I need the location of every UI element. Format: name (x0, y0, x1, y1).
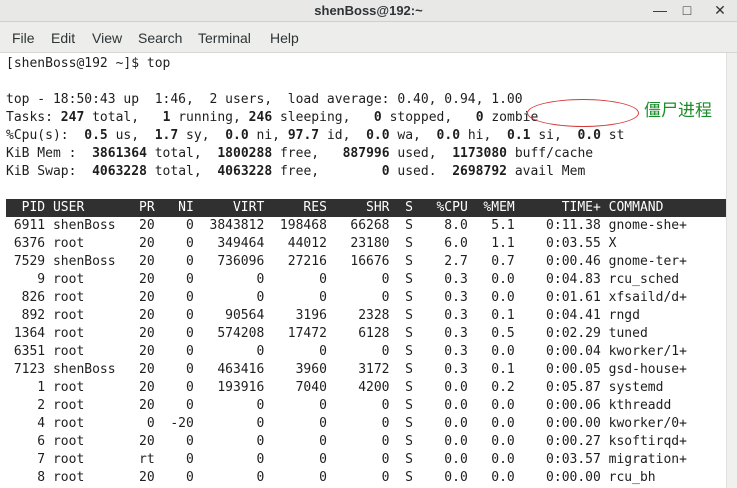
menu-file[interactable]: File (12, 30, 35, 46)
prompt-line: [shenBoss@192 ~]$ top (6, 56, 171, 71)
menu-edit[interactable]: Edit (51, 30, 75, 46)
process-row: 4 root 0 -20 0 0 0 S 0.0 0.0 0:00.00 kwo… (6, 416, 695, 431)
process-row: 7529 shenBoss 20 0 736096 27216 16676 S … (6, 254, 695, 269)
maximize-button[interactable]: □ (677, 1, 697, 19)
process-row: 7123 shenBoss 20 0 463416 3960 3172 S 0.… (6, 362, 695, 377)
process-row: 8 root 20 0 0 0 0 S 0.0 0.0 0:00.00 rcu_… (6, 470, 695, 485)
process-row: 1 root 20 0 193916 7040 4200 S 0.0 0.2 0… (6, 380, 695, 395)
process-row: 6351 root 20 0 0 0 0 S 0.3 0.0 0:00.04 k… (6, 344, 695, 359)
menu-terminal[interactable]: Terminal (198, 30, 251, 46)
process-table-header: PID USER PR NI VIRT RES SHR S %CPU %MEM … (6, 199, 726, 217)
process-table: 6911 shenBoss 20 0 3843812 198468 66268 … (6, 217, 695, 487)
mem-line: KiB Mem : 3861364 total, 1800288 free, 8… (6, 146, 594, 161)
cpu-line: %Cpu(s): 0.5 us, 1.7 sy, 0.0 ni, 97.7 id… (6, 128, 625, 143)
zombie-highlight-ellipse (527, 99, 639, 127)
menu-help[interactable]: Help (270, 30, 299, 46)
window-title: shenBoss@192:~ (314, 3, 423, 18)
window-titlebar: shenBoss@192:~ — □ ✕ (0, 0, 737, 22)
terminal-scrollbar[interactable] (726, 53, 737, 488)
menu-bar: File Edit View Search Terminal Help (0, 22, 737, 53)
minimize-button[interactable]: — (650, 1, 670, 19)
process-row: 6376 root 20 0 349464 44012 23180 S 6.0 … (6, 236, 695, 251)
process-table-header-text: PID USER PR NI VIRT RES SHR S %CPU %MEM … (6, 200, 695, 215)
process-row: 1364 root 20 0 574208 17472 6128 S 0.3 0… (6, 326, 695, 341)
top-uptime-line: top - 18:50:43 up 1:46, 2 users, load av… (6, 92, 523, 107)
close-button[interactable]: ✕ (710, 1, 730, 19)
menu-view[interactable]: View (92, 30, 122, 46)
swap-line: KiB Swap: 4063228 total, 4063228 free, 0… (6, 164, 586, 179)
zombie-annotation-label: 僵尸进程 (644, 101, 712, 121)
process-row: 892 root 20 0 90564 3196 2328 S 0.3 0.1 … (6, 308, 695, 323)
process-row: 9 root 20 0 0 0 0 S 0.3 0.0 0:04.83 rcu_… (6, 272, 695, 287)
tasks-line: Tasks: 247 total, 1 running, 246 sleepin… (6, 110, 539, 125)
process-row: 7 root rt 0 0 0 0 S 0.0 0.0 0:03.57 migr… (6, 452, 695, 467)
process-row: 2 root 20 0 0 0 0 S 0.0 0.0 0:00.06 kthr… (6, 398, 695, 413)
process-row: 6911 shenBoss 20 0 3843812 198468 66268 … (6, 218, 695, 233)
process-row: 826 root 20 0 0 0 0 S 0.3 0.0 0:01.61 xf… (6, 290, 695, 305)
process-row: 6 root 20 0 0 0 0 S 0.0 0.0 0:00.27 ksof… (6, 434, 695, 449)
menu-search[interactable]: Search (138, 30, 182, 46)
